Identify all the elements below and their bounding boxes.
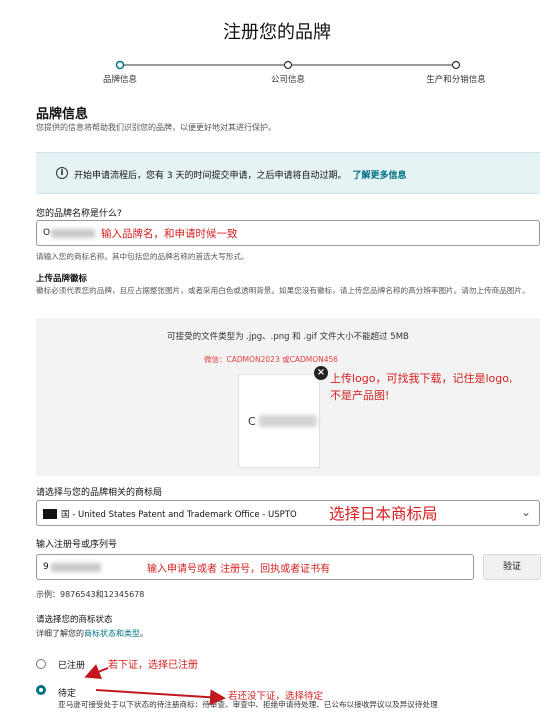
registration-number-value: 9 (43, 562, 49, 572)
radio-registered-label: 已注册 (58, 661, 86, 671)
radio-registered[interactable] (36, 659, 46, 669)
registration-number-input[interactable]: 9 输入申请号或者 注册号，回执或者证书有 (36, 554, 474, 580)
info-alert: i 开始申请流程后，您有 3 天的时间提交申请，之后申请将自动过期。 了解更多信息 (36, 152, 540, 194)
trademark-office-select[interactable]: 国 - United States Patent and Trademark O… (36, 500, 540, 526)
brand-name-input[interactable]: O 输入品牌名，和申请时候一致 (36, 220, 540, 246)
alert-text: 开始申请流程后，您有 3 天的时间提交申请，之后申请将自动过期。 了解更多信息 (74, 171, 407, 181)
logo-upload-hint: 徽标必须代表您的品牌，且应占据整张图片，或者采用白色或透明背景。如果您没有徽标，… (36, 286, 530, 295)
logo-upload-zone[interactable]: 可接受的文件类型为 .jpg、.png 和 .gif 文件大小不能超过 5MB … (36, 318, 540, 476)
chevron-down-icon: ⌄ (520, 505, 531, 519)
accepted-file-types: 可接受的文件类型为 .jpg、.png 和 .gif 文件大小不能超过 5MB (167, 332, 409, 342)
brand-name-hint: 请输入您的商标名称。其中包括您的品牌名称的首选大写形式。 (36, 252, 249, 261)
logo-upload-label: 上传品牌徽标 (36, 274, 88, 284)
registration-number-label: 输入注册号或序列号 (36, 540, 118, 550)
step-distribution-info: 生产和分销信息 (426, 75, 486, 85)
redaction (51, 563, 101, 572)
section-heading: 品牌信息 (36, 107, 89, 122)
annotation-registered: 若下证，选择已注册 (108, 660, 198, 671)
watermark-text: 微信：CADMON2023 或CADMON456 (204, 355, 339, 364)
remove-logo-icon[interactable]: × (314, 366, 328, 380)
annotation-logo: 上传logo，可找我下载，记住是logo, 不是产品图! (330, 372, 513, 402)
trademark-office-value: 国 - United States Patent and Trademark O… (61, 510, 297, 520)
verify-button[interactable]: 验证 (483, 554, 541, 580)
trademark-status-link[interactable]: 商标状态和类型 (84, 629, 140, 638)
section-subtitle: 您提供的信息将帮助我们识别您的品牌，以便更好地对其进行保护。 (36, 123, 276, 132)
logo-preview-text: C (248, 415, 256, 428)
annotation-trademark-office: 选择日本商标局 (329, 505, 438, 523)
learn-more-link[interactable]: 了解更多信息 (352, 171, 406, 181)
brand-name-value: O (43, 228, 51, 238)
radio-pending-label: 待定 (58, 689, 77, 699)
registration-number-example: 示例：9876543和12345678 (36, 590, 145, 599)
annotation-pending: 若还没下证，选择待定 (228, 691, 324, 702)
trademark-office-label: 请选择与您的品牌相关的商标局 (36, 488, 163, 498)
step-company-info: 公司信息 (270, 75, 306, 85)
logo-preview: C (238, 374, 320, 468)
flag-icon (43, 509, 57, 519)
radio-pending[interactable] (36, 685, 46, 695)
step-brand-info: 品牌信息 (102, 75, 138, 85)
brand-name-label: 您的品牌名称是什么? (36, 209, 122, 219)
annotation-brand-name: 输入品牌名，和申请时候一致 (101, 228, 238, 240)
redaction (259, 415, 317, 427)
stepper-track (115, 60, 461, 70)
trademark-status-detail: 详细了解您的商标状态和类型。 (36, 629, 148, 638)
info-icon: i (56, 167, 68, 179)
trademark-status-label: 请选择您的商标状态 (36, 615, 113, 625)
redaction (51, 229, 95, 238)
annotation-registration-number: 输入申请号或者 注册号，回执或者证书有 (147, 564, 331, 575)
page-title: 注册您的品牌 (223, 22, 331, 43)
progress-stepper: 品牌信息 公司信息 生产和分销信息 (0, 58, 554, 88)
